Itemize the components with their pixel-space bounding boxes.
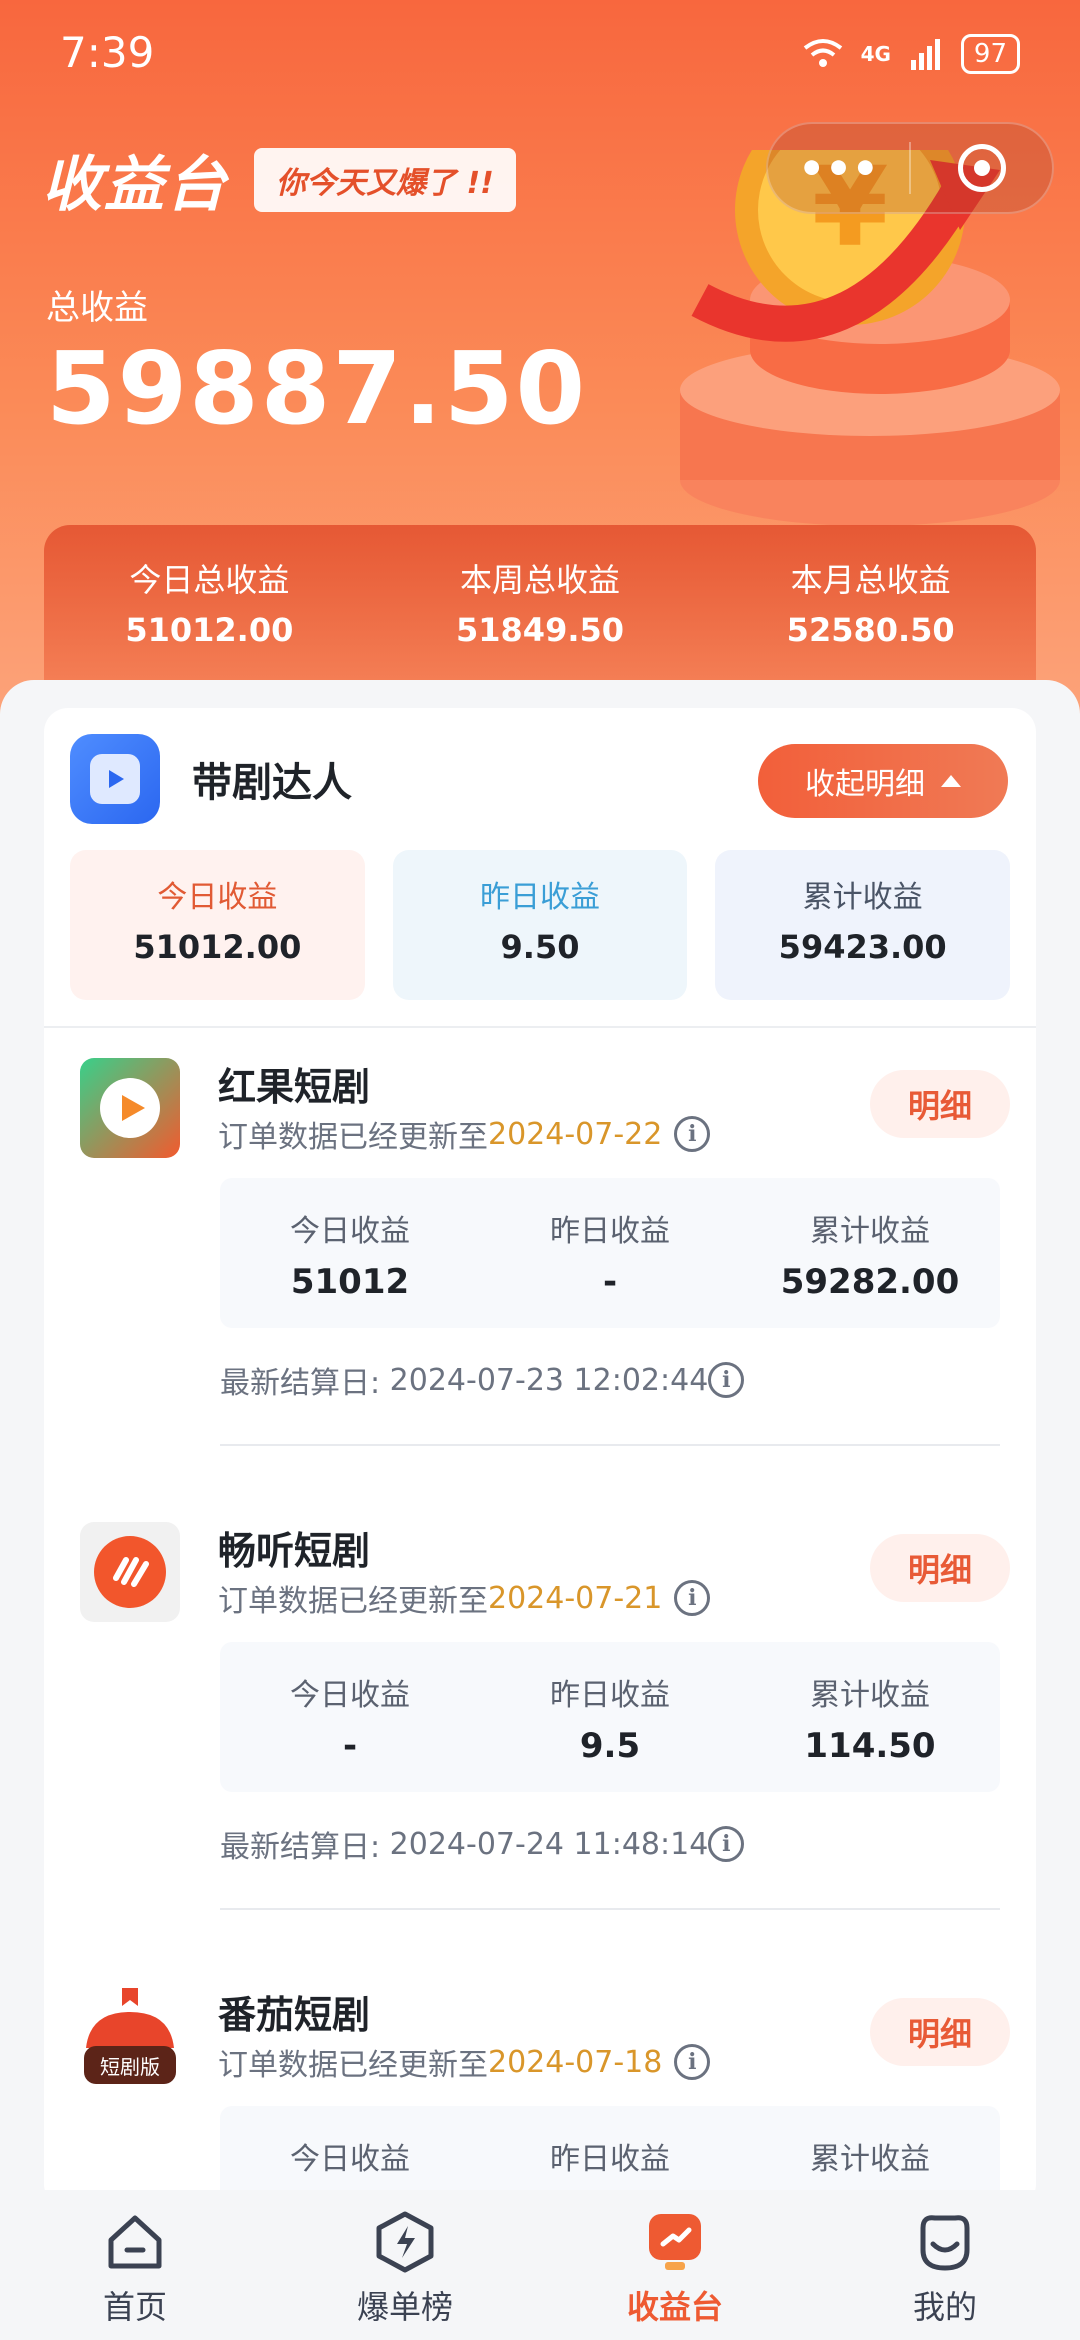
- wifi-icon: [803, 39, 842, 67]
- tab-home[interactable]: 首页: [0, 2190, 270, 2340]
- target-icon: [957, 144, 1006, 192]
- battery-indicator: 97: [960, 34, 1020, 74]
- profile-icon: [920, 2215, 970, 2271]
- drama-stats: 今日收益 昨日收益 累计收益: [220, 2106, 1000, 2200]
- more-button[interactable]: •••: [768, 124, 909, 212]
- summary-today: 今日收益 51012.00: [70, 850, 365, 1000]
- close-miniprogram-button[interactable]: [911, 124, 1052, 212]
- info-icon[interactable]: i: [708, 1362, 745, 1398]
- info-icon[interactable]: i: [674, 1116, 711, 1152]
- drama-item-changting: 畅听短剧 订单数据已经更新至 2024-07-21 i 明细 今日收益 - 昨日收益…: [44, 1492, 1036, 1958]
- period-summary: 今日总收益 51012.00 本周总收益 51849.50 本月总收益 5258…: [44, 525, 1036, 705]
- fanqie-logo-text: 短剧版: [100, 2055, 160, 2079]
- hongguo-app-icon: [80, 1058, 180, 1158]
- fanqie-app-icon: 短剧版: [80, 1986, 180, 2086]
- info-icon[interactable]: i: [708, 1826, 745, 1862]
- home-icon: [108, 2215, 162, 2269]
- hero-banner: 7:39 4G 97 收益台 你今天又爆了 !! ¥ ••• 总收益 59887…: [0, 0, 1080, 720]
- settle-info: 最新结算日: 2024-07-23 12:02:44 i: [220, 1358, 745, 1402]
- divider: [220, 1908, 1000, 1910]
- tab-profile[interactable]: 我的: [810, 2190, 1080, 2340]
- page-title: 收益台: [42, 150, 228, 220]
- total-label: 总收益: [46, 288, 148, 328]
- info-icon[interactable]: i: [674, 1580, 711, 1616]
- drama-name: 畅听短剧: [218, 1529, 371, 1573]
- content-sheet: 带剧达人 收起明细 今日收益 51012.00 昨日收益 9.50 累计收益 5…: [0, 680, 1080, 2200]
- revenue-icon: [649, 2214, 701, 2270]
- brand-area: 收益台 你今天又爆了 !!: [42, 136, 516, 223]
- signal-icon: [910, 39, 940, 70]
- drama-name: 番茄短剧: [218, 1993, 371, 2037]
- divider: [220, 1444, 1000, 1446]
- lightning-icon: [376, 2211, 434, 2273]
- account-header: 带剧达人: [70, 734, 352, 824]
- drama-name: 红果短剧: [218, 1065, 371, 1109]
- tab-hot-list[interactable]: 爆单榜: [270, 2190, 540, 2340]
- update-info: 订单数据已经更新至 2024-07-18 i: [218, 2040, 711, 2084]
- changting-app-icon: [80, 1522, 180, 1622]
- update-info: 订单数据已经更新至 2024-07-21 i: [218, 1576, 711, 1620]
- drama-stats: 今日收益 51012 昨日收益 - 累计收益 59282.00: [220, 1178, 1000, 1328]
- detail-button[interactable]: 明细: [870, 1534, 1010, 1602]
- slogan-badge: 你今天又爆了 !!: [254, 147, 516, 212]
- status-icons: 4G 97: [803, 34, 1020, 74]
- account-name: 带剧达人: [192, 760, 352, 806]
- drama-item-hongguo: 红果短剧 订单数据已经更新至 2024-07-22 i 明细 今日收益 51012 …: [44, 1028, 1036, 1494]
- collapse-details-button[interactable]: 收起明细: [758, 744, 1008, 818]
- more-dots-icon: •••: [798, 143, 879, 193]
- detail-button[interactable]: 明细: [870, 1998, 1010, 2066]
- play-app-icon: [70, 734, 160, 824]
- bottom-tab-bar: 首页 爆单榜 收益台 我的: [0, 2190, 1080, 2340]
- summary-total: 累计收益 59423.00: [715, 850, 1011, 1000]
- info-icon[interactable]: i: [674, 2044, 711, 2080]
- miniprogram-capsule: •••: [766, 122, 1054, 214]
- status-bar: 7:39 4G 97: [0, 0, 1080, 110]
- detail-button[interactable]: 明细: [870, 1070, 1010, 1138]
- drama-stats: 今日收益 - 昨日收益 9.5 累计收益 114.50: [220, 1642, 1000, 1792]
- tab-revenue[interactable]: 收益台: [540, 2190, 810, 2340]
- caret-up-icon: [941, 775, 961, 787]
- total-value: 59887.50: [46, 330, 588, 447]
- summary-yesterday: 昨日收益 9.50: [392, 850, 688, 1000]
- signal-label: 4G: [860, 42, 891, 66]
- update-info: 订单数据已经更新至 2024-07-22 i: [218, 1112, 711, 1156]
- drama-item-fanqie: 短剧版 番茄短剧 订单数据已经更新至 2024-07-18 i 明细 今日收益 昨…: [44, 1956, 1036, 2200]
- account-card: 带剧达人 收起明细 今日收益 51012.00 昨日收益 9.50 累计收益 5…: [44, 708, 1036, 2200]
- settle-info: 最新结算日: 2024-07-24 11:48:14 i: [220, 1822, 745, 1866]
- account-summary: 今日收益 51012.00 昨日收益 9.50 累计收益 59423.00: [70, 850, 1011, 1000]
- status-time: 7:39: [60, 28, 155, 77]
